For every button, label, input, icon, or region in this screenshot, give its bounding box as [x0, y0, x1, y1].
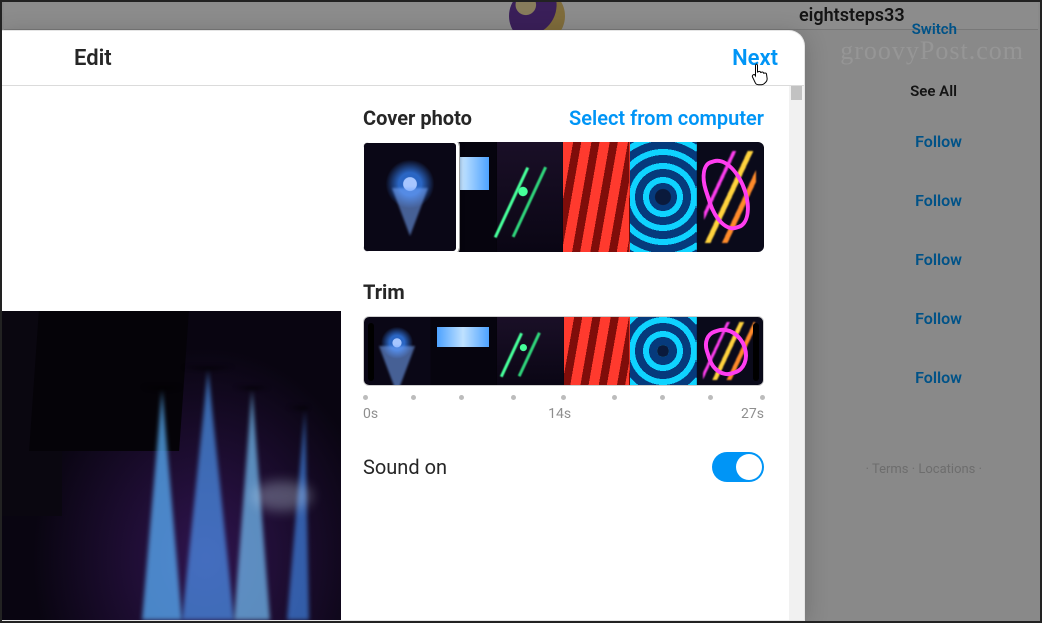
edit-post-modal: Edit Next	[2, 30, 805, 621]
cover-frame-selector[interactable]	[363, 142, 459, 252]
scrollbar-thumb[interactable]	[791, 86, 802, 100]
cover-frame[interactable]	[497, 142, 564, 252]
cover-frame[interactable]	[697, 142, 764, 252]
watermark: groovyPost.com	[840, 36, 1024, 66]
trim-handle-start[interactable]	[368, 323, 374, 381]
cover-frame[interactable]	[563, 142, 630, 252]
tick-label: 14s	[548, 406, 571, 422]
cursor-pointer-icon	[750, 62, 770, 86]
trim-timeline[interactable]	[363, 316, 764, 386]
trim-tick-labels: 0s 14s 27s	[363, 406, 764, 422]
cover-photo-heading: Cover photo	[363, 106, 472, 130]
sound-on-label: Sound on	[363, 455, 447, 479]
video-preview[interactable]	[2, 86, 341, 620]
scrollbar-track[interactable]	[789, 86, 804, 620]
cover-frame[interactable]	[630, 142, 697, 252]
tick-label: 27s	[741, 406, 764, 422]
sound-toggle[interactable]	[712, 452, 764, 482]
modal-header: Edit Next	[2, 31, 804, 86]
trim-frame	[630, 317, 697, 385]
toggle-knob	[736, 454, 762, 480]
cover-frame-strip[interactable]	[363, 142, 764, 252]
trim-frame	[431, 317, 498, 385]
select-from-computer-link[interactable]: Select from computer	[569, 106, 764, 130]
trim-frame	[497, 317, 564, 385]
edit-controls: Cover photo Select from computer Trim	[341, 86, 804, 620]
tick-label: 0s	[363, 406, 378, 422]
trim-ticks	[363, 392, 764, 404]
trim-handle-end[interactable]	[753, 323, 759, 381]
trim-heading: Trim	[363, 280, 764, 304]
trim-frame	[564, 317, 631, 385]
modal-title: Edit	[74, 46, 112, 71]
